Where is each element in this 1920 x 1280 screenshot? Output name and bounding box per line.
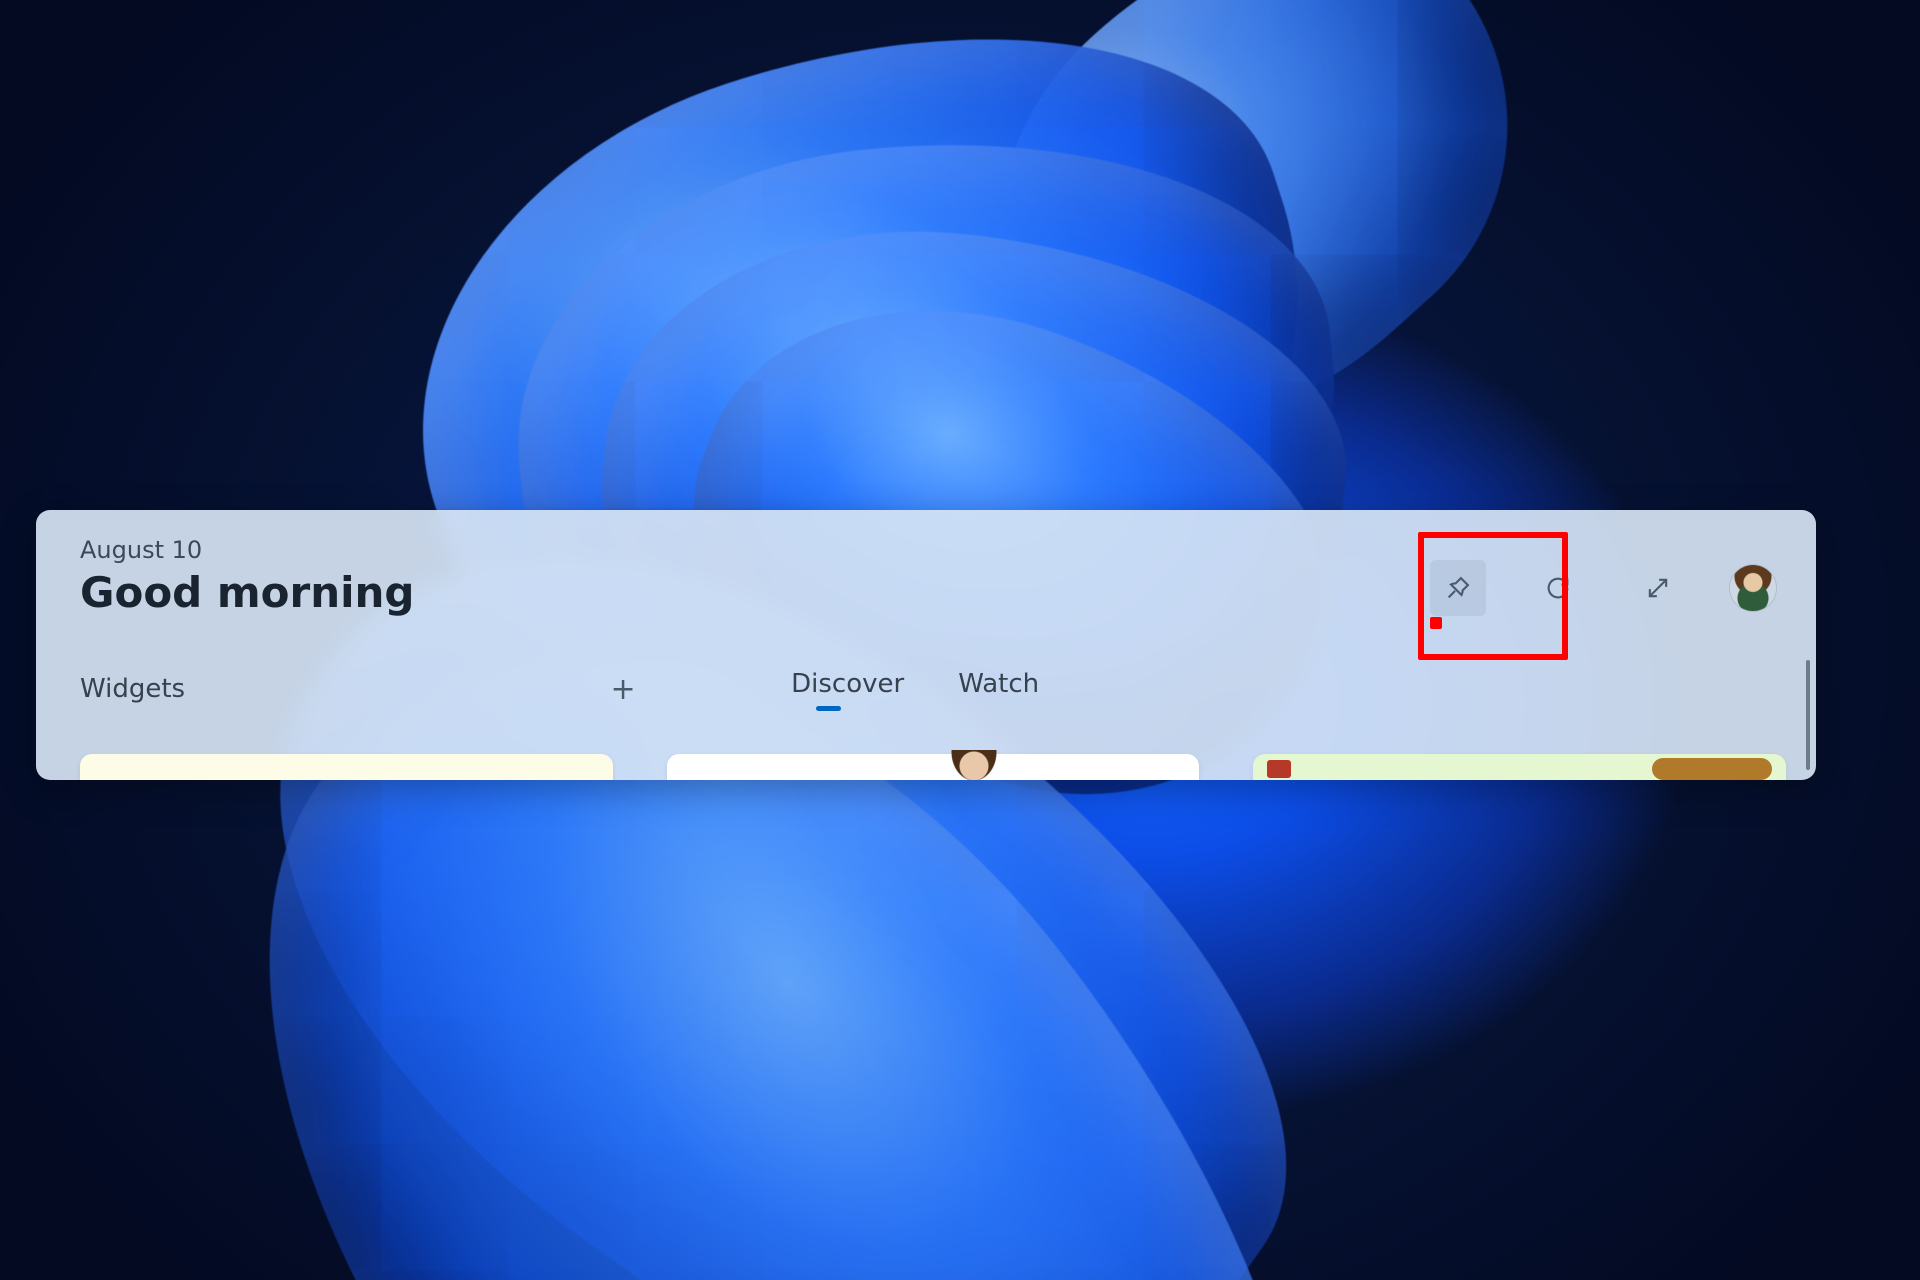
pin-icon [1444, 574, 1472, 602]
feed-tabs: Discover Watch [791, 669, 1039, 709]
feed-card[interactable] [1253, 754, 1786, 780]
desktop-background: August 10 Good morning [0, 0, 1920, 1280]
widgets-panel: August 10 Good morning [36, 510, 1816, 780]
tab-row: Widgets + Discover Watch [36, 660, 1816, 718]
expand-button[interactable] [1630, 560, 1686, 616]
pin-button[interactable] [1430, 560, 1486, 616]
panel-scrollbar[interactable] [1806, 660, 1810, 770]
header-actions [1430, 560, 1776, 616]
widget-card[interactable] [80, 754, 613, 780]
tab-discover[interactable]: Discover [791, 669, 904, 709]
feed-card-image [944, 750, 1004, 780]
feed-card[interactable] [667, 754, 1200, 780]
expand-icon [1644, 574, 1672, 602]
refresh-icon [1544, 574, 1572, 602]
annotation-highlight [1430, 617, 1442, 629]
widgets-section-label: Widgets [80, 674, 185, 704]
card-strip [80, 754, 1786, 780]
panel-header: August 10 Good morning [36, 510, 1816, 660]
user-avatar[interactable] [1730, 565, 1776, 611]
add-widget-button[interactable]: + [605, 672, 641, 707]
tab-watch[interactable]: Watch [958, 669, 1039, 709]
refresh-button[interactable] [1530, 560, 1586, 616]
